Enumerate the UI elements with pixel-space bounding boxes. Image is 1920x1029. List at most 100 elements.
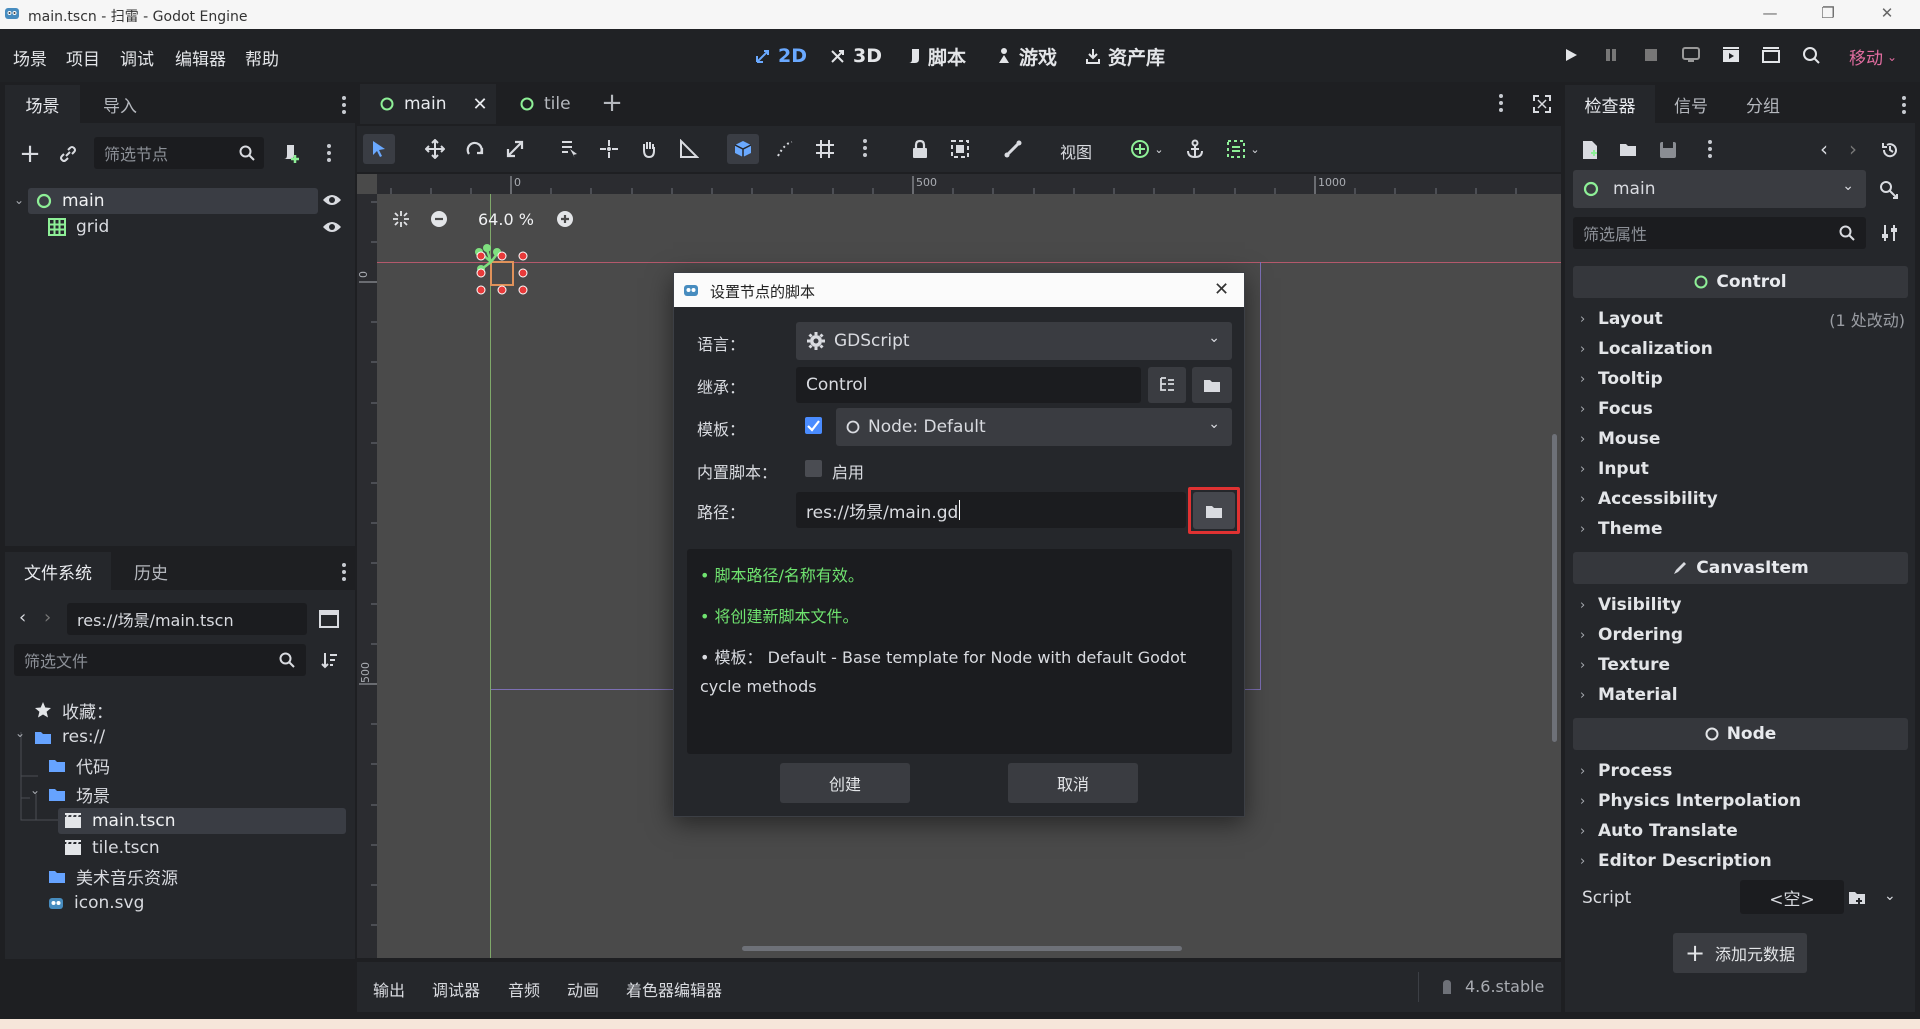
tab-history[interactable]: 历史: [111, 552, 191, 590]
play-custom-scene-icon[interactable]: [1760, 44, 1782, 66]
close-window-button[interactable]: ✕: [1872, 4, 1902, 24]
snap-options-icon[interactable]: [862, 139, 868, 157]
workspace-3d-button[interactable]: 3D: [829, 42, 882, 70]
bottom-tab-audio[interactable]: 音频: [508, 977, 540, 1001]
new-scene-tab-icon[interactable]: +: [598, 88, 626, 118]
prop-theme[interactable]: › Theme: [1580, 514, 1662, 544]
add-metadata-button[interactable]: + 添加元数据: [1673, 933, 1807, 973]
script-value-field[interactable]: <空>: [1740, 880, 1844, 914]
tab-groups[interactable]: 分组: [1727, 85, 1799, 123]
history-icon[interactable]: [1879, 139, 1901, 161]
back-arrow-icon[interactable]: ‹: [19, 607, 26, 628]
create-button[interactable]: 创建: [780, 763, 910, 803]
file-item-main-tscn[interactable]: main.tscn: [58, 808, 346, 834]
pan-tool-icon[interactable]: [634, 134, 664, 164]
menu-help[interactable]: 帮助: [245, 45, 279, 70]
group-icon[interactable]: [945, 134, 975, 164]
chevron-down-icon[interactable]: ⌄: [15, 726, 25, 740]
inherits-field[interactable]: Control: [796, 367, 1141, 403]
tab-import[interactable]: 导入: [80, 85, 160, 123]
prop-mouse[interactable]: › Mouse: [1580, 424, 1660, 454]
chevron-down-icon[interactable]: ⌄: [1884, 888, 1896, 904]
scene-tabs-menu-icon[interactable]: [1498, 94, 1504, 112]
prop-process[interactable]: › Process: [1580, 756, 1672, 786]
menu-debug[interactable]: 调试: [120, 45, 154, 70]
bottom-tab-shader-editor[interactable]: 着色器编辑器: [626, 977, 722, 1001]
tab-filesystem[interactable]: 文件系统: [5, 552, 111, 590]
chevron-down-icon[interactable]: ⌄: [30, 783, 40, 797]
scene-tab-tile[interactable]: tile: [500, 84, 600, 124]
view-menu[interactable]: 视图: [1060, 139, 1092, 163]
zoom-level[interactable]: 64.0 %: [478, 210, 534, 229]
add-point-icon[interactable]: ⌄: [1125, 134, 1169, 164]
tree-row-grid[interactable]: grid: [46, 214, 296, 240]
template-checkbox[interactable]: [805, 417, 822, 434]
zoom-out-icon[interactable]: [428, 208, 450, 230]
restore-button[interactable]: ❐: [1813, 4, 1843, 24]
file-item-code-folder[interactable]: 代码: [48, 752, 110, 778]
scene-tab-main[interactable]: main ✕: [360, 84, 496, 124]
workspace-game-button[interactable]: 游戏: [995, 42, 1057, 70]
selection-gizmo[interactable]: [469, 242, 529, 302]
prop-localization[interactable]: › Localization: [1580, 334, 1713, 364]
workspace-assetlib-button[interactable]: 资产库: [1084, 42, 1165, 70]
scene-dock-menu-icon[interactable]: [341, 96, 347, 114]
play-scene-icon[interactable]: [1720, 44, 1742, 66]
lock-icon[interactable]: [905, 134, 935, 164]
inspector-settings-icon[interactable]: [1879, 222, 1901, 244]
prop-input[interactable]: › Input: [1580, 454, 1649, 484]
smart-snap-icon[interactable]: [727, 134, 759, 164]
menu-editor[interactable]: 编辑器: [175, 45, 226, 70]
close-icon[interactable]: ✕: [1214, 279, 1229, 300]
menu-project[interactable]: 项目: [66, 45, 100, 70]
file-item-favorites[interactable]: 收藏：: [34, 697, 113, 723]
workspace-2d-button[interactable]: 2D: [754, 42, 807, 70]
zoom-in-icon[interactable]: [554, 208, 576, 230]
inspector-menu-icon[interactable]: [1901, 96, 1907, 114]
filesystem-path-field[interactable]: res://场景/main.tscn: [67, 603, 307, 635]
forward-arrow-icon[interactable]: ›: [44, 607, 51, 628]
prop-tooltip[interactable]: › Tooltip: [1580, 364, 1663, 394]
file-item-res[interactable]: res://: [34, 724, 105, 750]
file-item-scene-folder[interactable]: 场景: [48, 781, 110, 807]
new-resource-icon[interactable]: [1579, 139, 1601, 161]
file-item-art-music-folder[interactable]: 美术音乐资源: [48, 863, 178, 889]
property-filter-input[interactable]: 筛选属性: [1573, 217, 1866, 249]
selectable-list-icon[interactable]: [554, 134, 584, 164]
template-select[interactable]: Node: Default ⌄: [836, 408, 1232, 446]
link-icon[interactable]: [56, 142, 80, 166]
scale-tool-icon[interactable]: [500, 134, 530, 164]
resource-menu-icon[interactable]: [1707, 140, 1713, 158]
split-view-icon[interactable]: [318, 608, 340, 630]
section-node[interactable]: Node: [1573, 718, 1908, 750]
bottom-tab-animation[interactable]: 动画: [567, 977, 599, 1001]
script-load-icon[interactable]: [1846, 887, 1868, 909]
builtin-enable-label[interactable]: 启用: [832, 459, 864, 483]
object-properties-icon[interactable]: [1877, 178, 1901, 202]
filesystem-menu-icon[interactable]: [341, 563, 347, 581]
bottom-tab-output[interactable]: 输出: [373, 977, 405, 1001]
path-browse-button[interactable]: [1193, 492, 1235, 529]
attach-script-icon[interactable]: [278, 141, 302, 165]
builtin-script-checkbox[interactable]: [805, 460, 822, 477]
history-back-icon[interactable]: ‹: [1820, 137, 1828, 161]
horizontal-scrollbar[interactable]: [742, 946, 1182, 951]
inspected-node-selector[interactable]: main ⌄: [1573, 170, 1866, 208]
visibility-eye-icon[interactable]: [322, 220, 342, 234]
open-resource-icon[interactable]: [1618, 139, 1640, 161]
tab-signals[interactable]: 信号: [1655, 85, 1727, 123]
prop-editor-description[interactable]: › Editor Description: [1580, 846, 1772, 876]
prop-physics-interpolation[interactable]: › Physics Interpolation: [1580, 786, 1801, 816]
move-tool-icon[interactable]: [420, 134, 450, 164]
scene-tree-menu-icon[interactable]: [326, 144, 332, 162]
close-tab-icon[interactable]: ✕: [472, 94, 487, 115]
prop-accessibility[interactable]: › Accessibility: [1580, 484, 1718, 514]
distraction-free-icon[interactable]: [1530, 92, 1554, 116]
tab-inspector[interactable]: 检查器: [1565, 85, 1655, 123]
cancel-button[interactable]: 取消: [1008, 763, 1138, 803]
prop-material[interactable]: › Material: [1580, 680, 1678, 710]
select-tool-icon[interactable]: [363, 134, 395, 164]
prop-layout[interactable]: › Layout (1 处改动): [1580, 304, 1905, 334]
movie-maker-icon[interactable]: [1800, 44, 1822, 66]
minimize-button[interactable]: —: [1755, 4, 1785, 24]
